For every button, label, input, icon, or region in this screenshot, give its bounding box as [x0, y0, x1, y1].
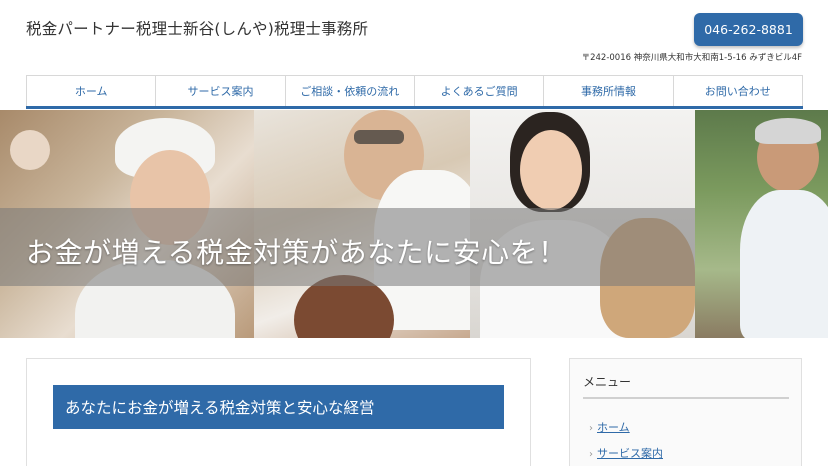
nav-item-services[interactable]: サービス案内: [155, 76, 284, 106]
phone-button[interactable]: 046-262-8881: [694, 13, 803, 46]
sidebar-link-services[interactable]: › サービス案内: [589, 445, 663, 461]
hero-photo-shape: [755, 118, 821, 144]
global-nav: ホーム サービス案内 ご相談・依頼の流れ よくあるご質問 事務所情報 お問い合わ…: [26, 75, 803, 109]
sidebar-link-label[interactable]: サービス案内: [597, 447, 663, 460]
hero-photo-shape: [740, 190, 828, 338]
nav-item-home[interactable]: ホーム: [26, 76, 155, 106]
nav-item-office-info[interactable]: 事務所情報: [543, 76, 672, 106]
hero-photo-shape: [10, 130, 50, 170]
hero-tagline: お金が増える税金対策があなたに安心を！: [26, 236, 567, 269]
nav-item-consultation-flow[interactable]: ご相談・依頼の流れ: [284, 76, 414, 106]
site-header: 税金パートナー税理士新谷(しんや)税理士事務所 046-262-8881 〒24…: [0, 0, 828, 76]
nav-item-faq[interactable]: よくあるご質問: [413, 76, 543, 106]
hero-photo-shape: [354, 130, 404, 144]
site-title[interactable]: 税金パートナー税理士新谷(しんや)税理士事務所: [26, 17, 368, 39]
sidebar-divider: [583, 397, 789, 399]
office-address: 〒242-0016 神奈川県大和市大和南1-5-16 みずきビル4F: [581, 53, 802, 63]
chevron-right-icon: ›: [589, 449, 593, 460]
sidebar-link-label[interactable]: ホーム: [597, 421, 630, 434]
nav-item-contact[interactable]: お問い合わせ: [672, 76, 803, 106]
main-content: あなたにお金が増える税金対策と安心な経営: [26, 358, 531, 466]
chevron-right-icon: ›: [589, 423, 593, 434]
hero-photo-shape: [520, 130, 582, 210]
sidebar-menu: メニュー › ホーム › サービス案内: [569, 358, 802, 466]
hero-banner: お金が増える税金対策があなたに安心を！: [0, 110, 828, 338]
sidebar-title: メニュー: [583, 375, 632, 389]
hero-photo-senior: [695, 110, 828, 338]
main-heading: あなたにお金が増える税金対策と安心な経営: [53, 385, 504, 429]
sidebar-link-home[interactable]: › ホーム: [589, 419, 630, 435]
